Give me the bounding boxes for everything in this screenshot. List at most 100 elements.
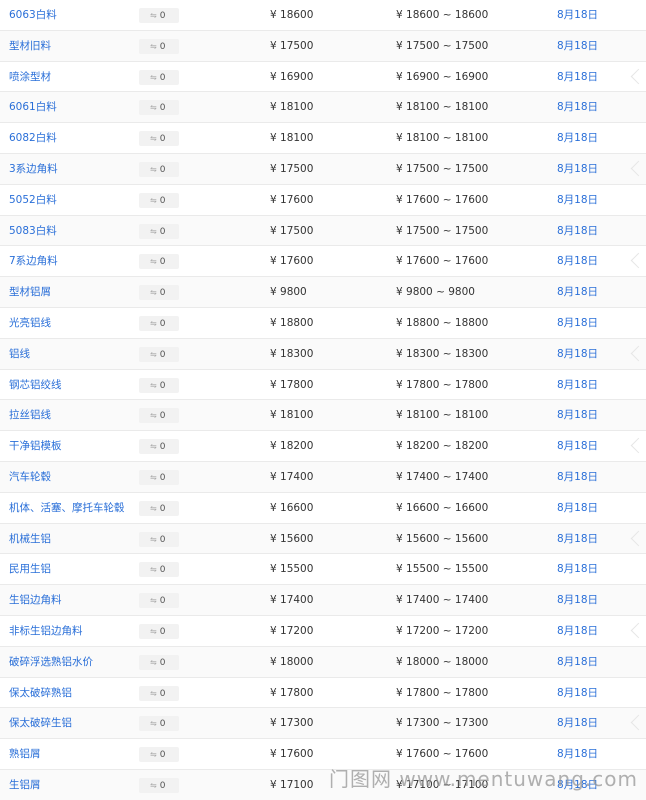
date-link[interactable]: 8月18日 — [557, 647, 598, 677]
product-name-link[interactable]: 型材旧料 — [9, 31, 51, 61]
product-name-link[interactable]: 5083白料 — [9, 216, 57, 246]
product-name-link[interactable]: 铝线 — [9, 339, 30, 369]
product-name-link[interactable]: 6082白料 — [9, 123, 57, 153]
date-link[interactable]: 8月18日 — [557, 277, 598, 307]
product-name-link[interactable]: 保太破碎熟铝 — [9, 678, 72, 708]
product-name-link[interactable]: 7系边角料 — [9, 246, 58, 276]
change-badge: ⇋ 0 — [139, 439, 179, 455]
date-link[interactable]: 8月18日 — [557, 370, 598, 400]
product-name-link[interactable]: 熟铝屑 — [9, 739, 41, 769]
product-name-link[interactable]: 6063白料 — [9, 0, 57, 30]
date-link[interactable]: 8月18日 — [557, 462, 598, 492]
avg-price: ¥ 17500 — [270, 39, 314, 52]
product-name-link[interactable]: 民用生铝 — [9, 554, 51, 584]
price-range: ¥ 17500 ~ 17500 — [396, 39, 489, 52]
product-name-link[interactable]: 破碎浮选熟铝水价 — [9, 647, 93, 677]
price-range: ¥ 18100 ~ 18100 — [396, 101, 489, 114]
product-name-link[interactable]: 非标生铝边角料 — [9, 616, 83, 646]
flat-arrow-icon: ⇋ — [150, 688, 157, 698]
product-name-link[interactable]: 钢芯铝绞线 — [9, 370, 62, 400]
date-link[interactable]: 8月18日 — [557, 0, 598, 30]
change-badge: ⇋ 0 — [139, 8, 179, 23]
date-link[interactable]: 8月18日 — [557, 493, 598, 523]
product-name-link[interactable]: 机械生铝 — [9, 524, 51, 554]
price-range: ¥ 18100 ~ 18100 — [396, 409, 489, 422]
change-value: 0 — [159, 719, 166, 730]
product-name-link[interactable]: 生铝边角料 — [9, 585, 62, 615]
product-name-link[interactable]: 喷涂型材 — [9, 62, 51, 92]
date-link[interactable]: 8月18日 — [557, 524, 598, 554]
product-name-link[interactable]: 6061白料 — [9, 92, 57, 122]
price-table-page: 6063白料 ⇋ 0 ¥ 18600 ¥ 18600 ~ 18600 8月18日 型材旧料 ⇋… — [0, 0, 646, 800]
change-badge: ⇋ 0 — [139, 531, 179, 547]
avg-price: ¥ 9800 — [270, 286, 307, 299]
product-name-link[interactable]: 3系边角料 — [9, 154, 58, 184]
change-value: 0 — [159, 565, 166, 576]
date-link[interactable]: 8月18日 — [557, 678, 598, 708]
product-name-link[interactable]: 5052白料 — [9, 185, 57, 215]
flat-arrow-icon: ⇋ — [150, 257, 157, 267]
price-range: ¥ 9800 ~ 9800 — [396, 286, 475, 299]
date-link[interactable]: 8月18日 — [557, 585, 598, 615]
product-name-link[interactable]: 干净铝模板 — [9, 431, 62, 461]
date-link[interactable]: 8月18日 — [557, 431, 598, 461]
product-name-link[interactable]: 保太破碎生铝 — [9, 708, 72, 738]
table-row: 非标生铝边角料 ⇋ 0 ¥ 17200 ¥ 17200 ~ 17200 8月18日 — [0, 616, 646, 647]
table-row: 铝线 ⇋ 0 ¥ 18300 ¥ 18300 ~ 18300 8月18日 — [0, 338, 646, 370]
change-badge: ⇋ 0 — [139, 315, 179, 331]
flat-arrow-icon: ⇋ — [150, 565, 157, 575]
change-value: 0 — [159, 780, 166, 791]
date-link[interactable]: 8月18日 — [557, 400, 598, 430]
date-link[interactable]: 8月18日 — [557, 62, 598, 92]
date-link[interactable]: 8月18日 — [557, 154, 598, 184]
avg-price: ¥ 17800 — [270, 686, 314, 699]
product-name-link[interactable]: 生铝屑 — [9, 770, 41, 800]
chevron-left-icon — [630, 68, 646, 84]
change-value: 0 — [159, 626, 166, 637]
date-link[interactable]: 8月18日 — [557, 246, 598, 276]
change-badge: ⇋ 0 — [139, 408, 179, 424]
date-link[interactable]: 8月18日 — [557, 185, 598, 215]
chevron-left-icon — [630, 530, 646, 546]
date-link[interactable]: 8月18日 — [557, 92, 598, 122]
flat-arrow-icon: ⇋ — [150, 626, 157, 636]
product-name-link[interactable]: 型材铝屑 — [9, 277, 51, 307]
price-range: ¥ 17200 ~ 17200 — [396, 624, 489, 637]
date-link[interactable]: 8月18日 — [557, 216, 598, 246]
table-row: 6063白料 ⇋ 0 ¥ 18600 ¥ 18600 ~ 18600 8月18日 — [0, 0, 646, 31]
product-name-link[interactable]: 机体、活塞、摩托车轮毂 — [9, 493, 125, 523]
price-range: ¥ 17500 ~ 17500 — [396, 162, 489, 175]
table-row: 保太破碎熟铝 ⇋ 0 ¥ 17800 ¥ 17800 ~ 17800 8月18日 — [0, 678, 646, 709]
date-link[interactable]: 8月18日 — [557, 308, 598, 338]
avg-price: ¥ 16900 — [270, 70, 314, 83]
product-name-link[interactable]: 光亮铝线 — [9, 308, 51, 338]
avg-price: ¥ 17600 — [270, 193, 314, 206]
change-value: 0 — [159, 164, 166, 175]
table-row: 5052白料 ⇋ 0 ¥ 17600 ¥ 17600 ~ 17600 8月18日 — [0, 185, 646, 216]
change-badge: ⇋ 0 — [139, 377, 179, 393]
product-name-link[interactable]: 汽车轮毂 — [9, 462, 51, 492]
table-row: 型材旧料 ⇋ 0 ¥ 17500 ¥ 17500 ~ 17500 8月18日 — [0, 30, 646, 62]
change-value: 0 — [159, 257, 166, 268]
flat-arrow-icon: ⇋ — [150, 719, 157, 729]
date-link[interactable]: 8月18日 — [557, 339, 598, 369]
change-badge: ⇋ 0 — [139, 254, 179, 270]
flat-arrow-icon: ⇋ — [150, 41, 157, 51]
price-range: ¥ 17600 ~ 17600 — [396, 193, 489, 206]
date-link[interactable]: 8月18日 — [557, 708, 598, 738]
table-row: 机体、活塞、摩托车轮毂 ⇋ 0 ¥ 16600 ¥ 16600 ~ 16600 8月18日 — [0, 493, 646, 524]
date-link[interactable]: 8月18日 — [557, 31, 598, 61]
price-range: ¥ 18100 ~ 18100 — [396, 132, 489, 145]
date-link[interactable]: 8月18日 — [557, 616, 598, 646]
date-link[interactable]: 8月18日 — [557, 123, 598, 153]
change-value: 0 — [159, 503, 166, 514]
flat-arrow-icon: ⇋ — [150, 411, 157, 421]
change-value: 0 — [159, 349, 166, 360]
flat-arrow-icon: ⇋ — [150, 103, 157, 113]
table-row: 钢芯铝绞线 ⇋ 0 ¥ 17800 ¥ 17800 ~ 17800 8月18日 — [0, 370, 646, 401]
table-row: 民用生铝 ⇋ 0 ¥ 15500 ¥ 15500 ~ 15500 8月18日 — [0, 554, 646, 586]
date-link[interactable]: 8月18日 — [557, 554, 598, 584]
table-row: 汽车轮毂 ⇋ 0 ¥ 17400 ¥ 17400 ~ 17400 8月18日 — [0, 461, 646, 493]
table-row: 3系边角料 ⇋ 0 ¥ 17500 ¥ 17500 ~ 17500 8月18日 — [0, 153, 646, 185]
product-name-link[interactable]: 拉丝铝线 — [9, 400, 51, 430]
